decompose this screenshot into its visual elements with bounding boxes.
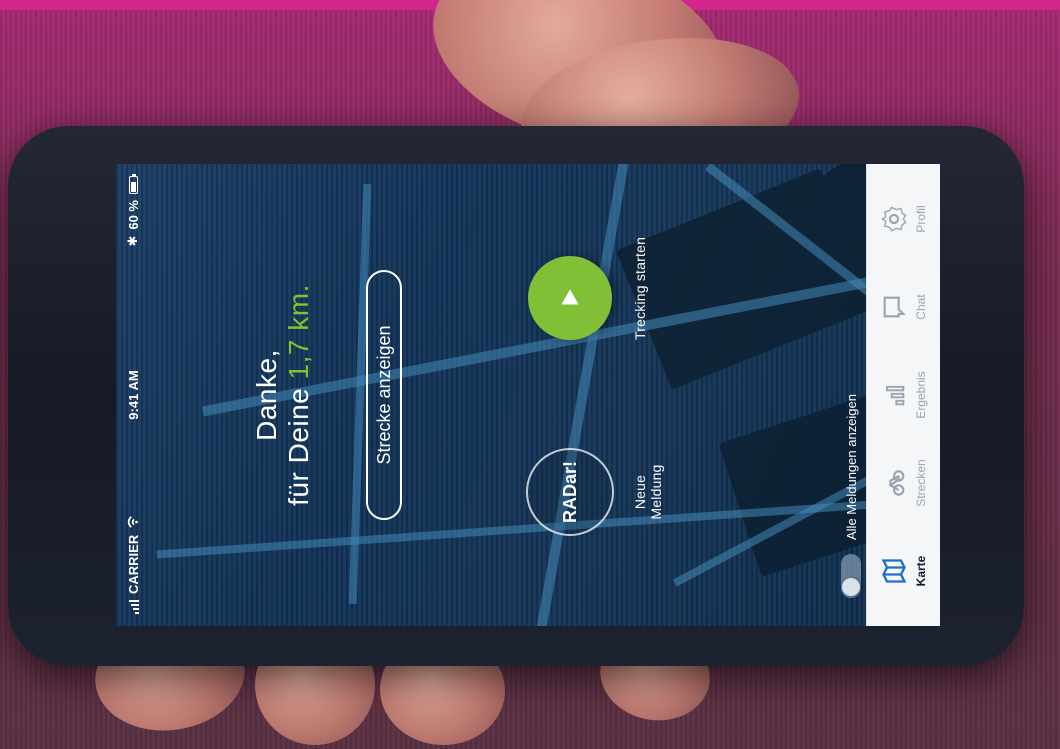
rotated-app-ui: CARRIER 9:41 AM ✱ 60 % Danke, für Deine … bbox=[116, 164, 940, 626]
radar-button[interactable]: RADar! bbox=[526, 448, 614, 536]
show-all-reports-toggle[interactable] bbox=[841, 554, 861, 598]
thanks-line-2: für Deine 1,7 km. bbox=[283, 164, 315, 626]
settings-icon bbox=[880, 206, 907, 232]
nav-label-ergebnis: Ergebnis bbox=[913, 371, 928, 419]
thanks-message: Danke, für Deine 1,7 km. bbox=[251, 164, 315, 626]
nav-label-chat: Chat bbox=[913, 294, 928, 320]
status-right: ✱ 60 % bbox=[125, 176, 141, 247]
show-all-reports-row: Alle Meldungen anzeigen bbox=[836, 298, 866, 598]
battery-level bbox=[130, 182, 136, 192]
chat-icon bbox=[883, 296, 906, 318]
phone-screen: CARRIER 9:41 AM ✱ 60 % Danke, für Deine … bbox=[116, 164, 940, 626]
show-route-button[interactable]: Strecke anzeigen bbox=[366, 270, 402, 520]
bluetooth-icon: ✱ bbox=[125, 235, 140, 247]
new-report-label: Neue Meldung bbox=[632, 464, 664, 520]
battery-label: 60 % bbox=[125, 200, 141, 230]
status-left: CARRIER bbox=[126, 515, 141, 614]
thanks-line-1: Danke, bbox=[251, 349, 282, 441]
distance-value: 1,7 km bbox=[283, 292, 314, 380]
status-time: 9:41 AM bbox=[125, 370, 141, 420]
nav-item-chat[interactable]: Chat bbox=[880, 272, 928, 342]
signal-icon bbox=[127, 600, 139, 614]
nav-item-karte[interactable]: Karte bbox=[880, 536, 928, 606]
nav-item-strecken[interactable]: Strecken bbox=[880, 448, 928, 518]
nav-label-strecken: Strecken bbox=[913, 459, 928, 507]
thanks-prefix: für Deine bbox=[283, 379, 314, 506]
bike-icon bbox=[888, 470, 904, 496]
map-icon bbox=[881, 559, 906, 583]
bottom-navigation: Karte Strecken Ergebnis Chat Profil bbox=[866, 164, 940, 626]
nav-label-profil: Profil bbox=[913, 205, 928, 233]
battery-icon bbox=[128, 176, 138, 194]
status-bar: CARRIER 9:41 AM ✱ 60 % bbox=[116, 164, 150, 626]
play-icon bbox=[561, 289, 579, 305]
start-tracking-button[interactable] bbox=[528, 256, 612, 340]
toggle-knob bbox=[842, 578, 860, 596]
carrier-label: CARRIER bbox=[125, 534, 141, 594]
bar-chart-icon bbox=[885, 385, 904, 406]
nav-label-karte: Karte bbox=[913, 555, 928, 587]
wifi-icon bbox=[127, 515, 138, 528]
phone-device: CARRIER 9:41 AM ✱ 60 % Danke, für Deine … bbox=[8, 126, 1024, 666]
start-tracking-label: Trecking starten bbox=[632, 236, 648, 340]
nav-item-profil[interactable]: Profil bbox=[880, 184, 928, 254]
show-all-reports-label: Alle Meldungen anzeigen bbox=[843, 394, 859, 540]
nav-item-ergebnis[interactable]: Ergebnis bbox=[880, 360, 928, 430]
distance-suffix: . bbox=[283, 284, 314, 293]
